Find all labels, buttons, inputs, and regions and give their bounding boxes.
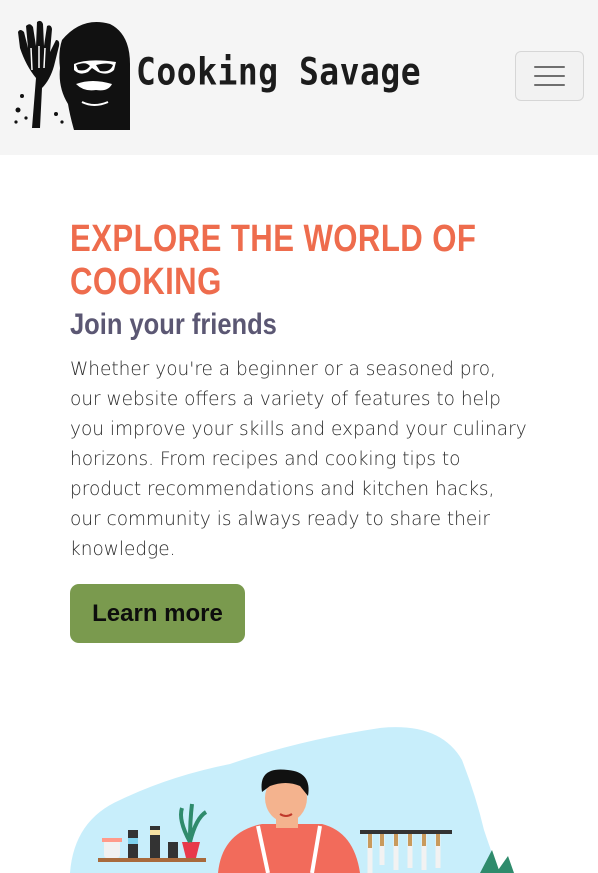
hero-subtitle: Join your friends [70, 308, 277, 341]
hero-description: Whether you're a beginner or a seasoned … [70, 359, 527, 560]
menu-toggle-button[interactable] [515, 51, 584, 101]
logo-icon[interactable] [12, 18, 132, 132]
cooking-illustration [70, 727, 514, 873]
hamburger-icon [534, 66, 565, 68]
brand-name[interactable]: Cooking Savage [136, 50, 421, 94]
learn-more-button[interactable]: Learn more [70, 584, 245, 643]
hero-title: EXPLORE THE WORLD OF COOKING [70, 218, 477, 303]
hero-section: EXPLORE THE WORLD OF COOKING Join your f… [70, 218, 540, 560]
navbar: Cooking Savage [0, 0, 598, 155]
